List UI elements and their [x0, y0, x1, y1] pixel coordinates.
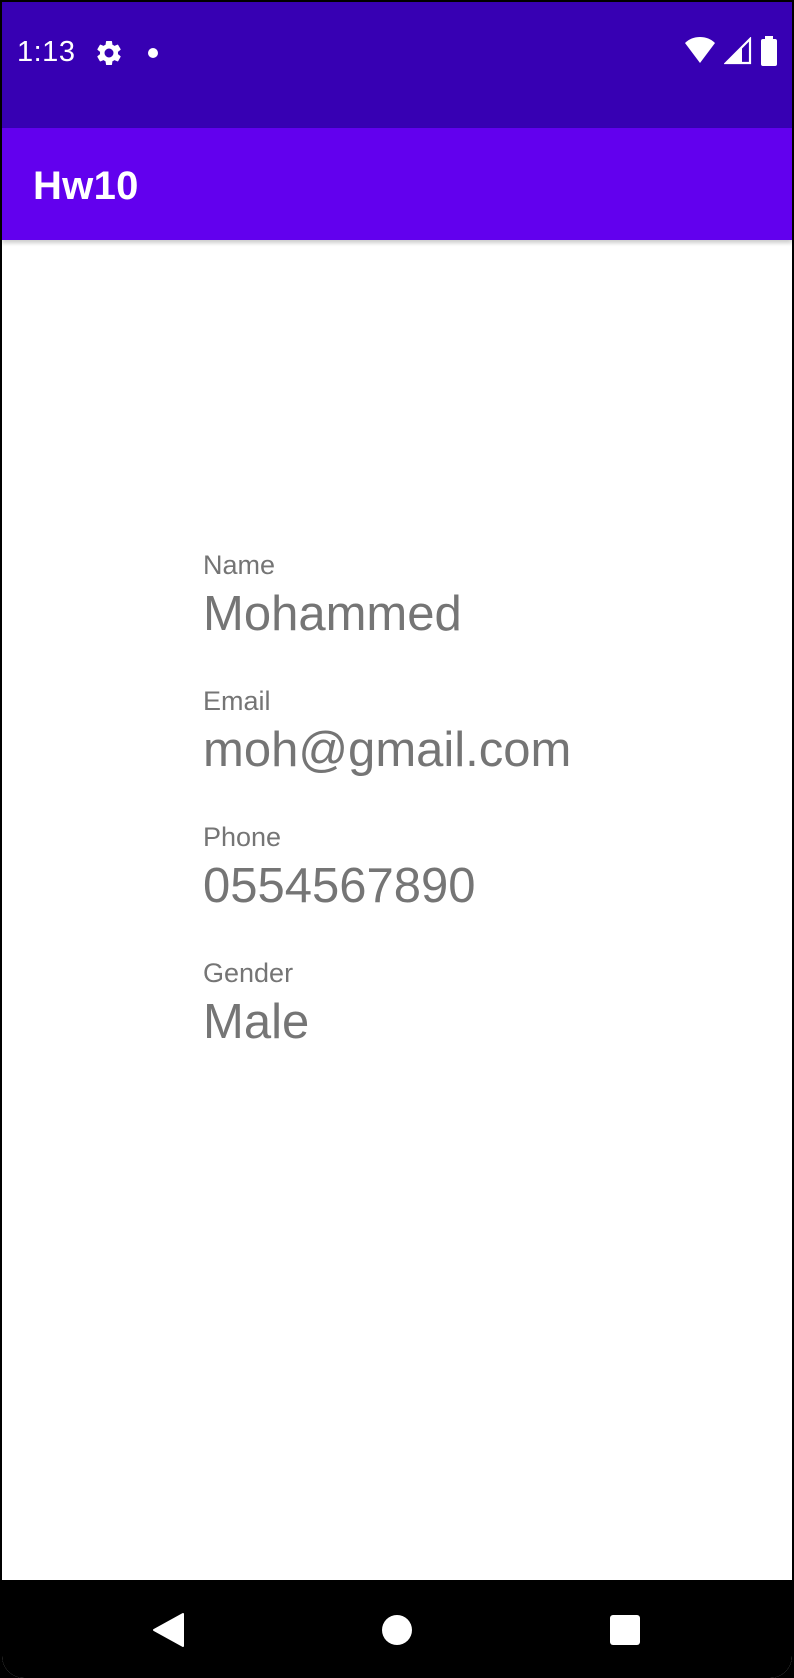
- gender-field: Gender Male: [203, 958, 763, 1050]
- email-field: Email moh@gmail.com: [203, 686, 763, 778]
- home-icon: [382, 1615, 412, 1645]
- status-bar: 1:13: [2, 2, 792, 128]
- main-content: Name Mohammed Email moh@gmail.com Phone …: [2, 240, 792, 1580]
- navigation-bar: [2, 1580, 792, 1678]
- profile-info: Name Mohammed Email moh@gmail.com Phone …: [203, 550, 763, 1094]
- cellular-signal-icon: [723, 35, 752, 70]
- gender-value: Male: [203, 995, 310, 1049]
- phone-value: 0554567890: [203, 859, 476, 913]
- gender-label: Gender: [203, 958, 294, 988]
- back-button[interactable]: [138, 1600, 198, 1660]
- phone-label: Phone: [203, 822, 282, 852]
- phone-field: Phone 0554567890: [203, 822, 763, 914]
- settings-gear-icon: [94, 38, 124, 68]
- home-button[interactable]: [367, 1600, 427, 1660]
- battery-icon: [760, 35, 778, 71]
- email-label: Email: [203, 686, 271, 716]
- name-label: Name: [203, 550, 276, 580]
- screen: 1:13 Hw10 Name Mohammed Email moh@gmail.…: [2, 2, 792, 1678]
- status-time: 1:13: [17, 36, 76, 68]
- device-frame: 1:13 Hw10 Name Mohammed Email moh@gmail.…: [0, 0, 794, 1678]
- name-field: Name Mohammed: [203, 550, 763, 642]
- name-value: Mohammed: [203, 587, 462, 641]
- recents-button[interactable]: [595, 1600, 655, 1660]
- app-title: Hw10: [33, 164, 139, 208]
- status-indicators: [684, 35, 778, 71]
- email-value: moh@gmail.com: [203, 723, 572, 777]
- wifi-icon: [684, 36, 716, 70]
- back-icon: [153, 1613, 184, 1647]
- recents-icon: [610, 1615, 640, 1645]
- app-bar: Hw10: [2, 128, 792, 240]
- notification-dot-icon: [148, 48, 158, 58]
